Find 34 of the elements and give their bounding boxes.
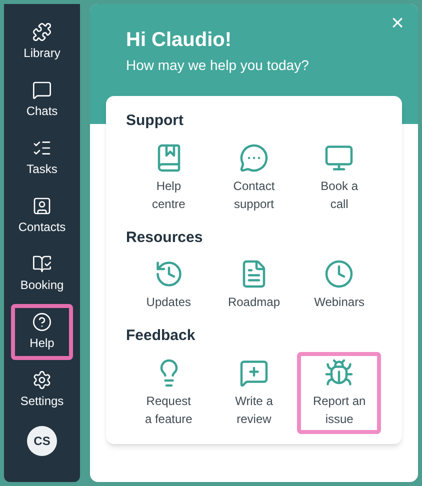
avatar[interactable]: CS: [27, 426, 57, 456]
sidebar-item[interactable]: Contacts: [11, 188, 73, 244]
contact-card-icon: [32, 196, 52, 216]
sidebar-item[interactable]: Chats: [11, 72, 73, 128]
chat-icon: [32, 80, 52, 100]
help-option[interactable]: Book a call: [297, 136, 382, 218]
section-title: Resources: [126, 228, 204, 248]
bug-icon: [324, 358, 354, 388]
help-option[interactable]: Help centre: [126, 136, 211, 218]
help-option[interactable]: Contact support: [212, 136, 296, 218]
greeting: Hi Claudio!: [126, 28, 233, 53]
sidebar-item[interactable]: Booking: [11, 246, 73, 302]
settings-icon: [32, 370, 52, 390]
help-option[interactable]: Request a feature: [126, 352, 211, 434]
help-option[interactable]: Write a review: [212, 352, 296, 434]
puzzle-icon: [32, 22, 52, 42]
subtitle: How may we help you today?: [126, 56, 310, 75]
help-option[interactable]: Webinars: [297, 253, 382, 317]
monitor-icon: [324, 142, 354, 172]
help-option[interactable]: Report an issue: [297, 352, 382, 434]
sidebar-item[interactable]: Library: [11, 14, 73, 70]
clock-icon: [324, 259, 354, 289]
help-option[interactable]: Roadmap: [212, 253, 296, 317]
message-edit-icon: [238, 358, 269, 388]
book-check-icon: [32, 254, 52, 274]
help-option[interactable]: Updates: [126, 253, 211, 317]
sidebar-item[interactable]: Help: [11, 304, 73, 360]
chat-bubble-icon: [238, 142, 269, 172]
sidebar-item[interactable]: Tasks: [11, 130, 73, 186]
help-icon: [32, 312, 52, 332]
section-title: Feedback: [126, 326, 196, 346]
sidebar-item[interactable]: Settings: [11, 362, 73, 418]
clock-refresh-icon: [154, 259, 184, 289]
section-title: Support: [126, 111, 184, 131]
